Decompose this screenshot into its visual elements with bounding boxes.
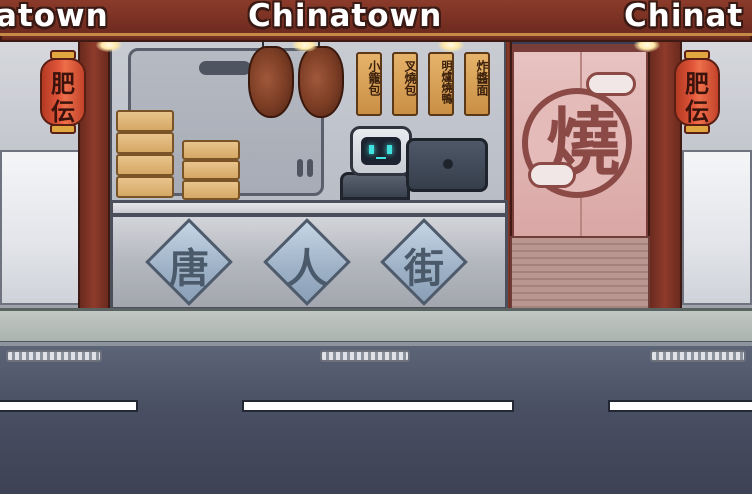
menu-sign-label: 明爐燒鴨 <box>440 60 453 104</box>
storm-drain-icon <box>320 350 410 362</box>
counter-char-jie: 街 <box>404 245 444 292</box>
steamer-stack-right <box>182 140 240 200</box>
shop-shutter <box>510 236 650 310</box>
lane-marking <box>608 400 752 412</box>
counter-char-ren: 人 <box>287 245 327 292</box>
fridge-latch <box>297 159 303 177</box>
fridge-latch <box>307 159 313 177</box>
robot-face <box>361 137 401 165</box>
roast-duck-icon <box>248 46 294 118</box>
menu-sign-label: 叉燒包 <box>403 60 417 96</box>
steamer-basket <box>116 110 174 132</box>
robot-mouth <box>376 157 386 159</box>
banner-text-center: Chinatown <box>248 0 443 34</box>
banner-text-right: Chinat <box>624 0 744 34</box>
menu-sign-roast-duck: 明爐燒鴨 <box>428 52 454 116</box>
lantern-right: 肥 伝 <box>674 48 720 134</box>
fridge-handle <box>199 61 251 75</box>
chinatown-banner: atown Chinatown Chinat <box>0 0 752 36</box>
roast-duck-icon <box>298 46 344 118</box>
road <box>0 346 752 494</box>
counter-char-tang: 唐 <box>169 245 209 292</box>
left-shop-window <box>0 150 80 305</box>
robot-eye-right <box>387 145 392 154</box>
storm-drain-icon <box>650 350 746 362</box>
steamer-basket <box>182 160 240 180</box>
game-scene: 小籠包 叉燒包 明爐燒鴨 炸醬面 唐 人 街 燒 atown Chinatown… <box>0 0 752 494</box>
steamer-basket <box>116 176 174 198</box>
robot-body <box>340 172 410 200</box>
cloud-icon <box>528 162 576 188</box>
register-dot <box>443 159 453 169</box>
menu-sign-char-siu-bao: 叉燒包 <box>392 52 418 116</box>
menu-sign-xiaolongbao: 小籠包 <box>356 52 382 116</box>
cloud-icon <box>586 72 636 96</box>
noren-rail <box>514 44 650 52</box>
sidewalk <box>0 308 752 344</box>
lane-marking <box>242 400 514 412</box>
banner-text-left: atown <box>0 0 109 34</box>
menu-sign-label: 小籠包 <box>367 60 381 96</box>
lantern-char: 伝 <box>685 97 709 126</box>
steamer-basket <box>182 140 240 160</box>
steamer-stack-left <box>116 110 174 200</box>
steamer-basket <box>116 154 174 176</box>
right-shop-window <box>682 150 752 305</box>
menu-sign-zhajiang-noodles: 炸醬面 <box>464 52 490 116</box>
robot-eye-left <box>369 145 374 154</box>
lantern-char: 伝 <box>51 97 75 126</box>
robot-cashier[interactable] <box>350 126 412 176</box>
lane-marking <box>0 400 138 412</box>
steamer-basket <box>182 180 240 200</box>
steamer-basket <box>116 132 174 154</box>
menu-sign-label: 炸醬面 <box>475 60 489 96</box>
lantern-left: 肥 伝 <box>40 48 86 134</box>
cash-register[interactable] <box>406 138 488 192</box>
storm-drain-icon <box>6 350 102 362</box>
